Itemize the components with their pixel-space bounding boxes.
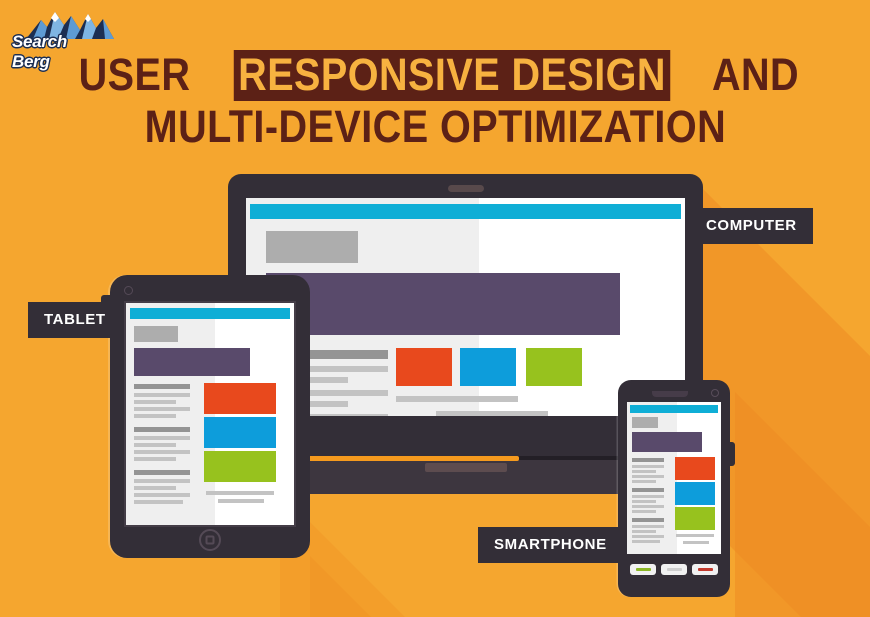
phone-text-line [632, 540, 660, 543]
headline-word-user: USER [79, 49, 191, 100]
phone-text-line [632, 480, 656, 483]
headline-line-two: MULTI-DEVICE OPTIMIZATION [144, 101, 726, 153]
phone-text-line [632, 500, 656, 503]
tablet-text-line [134, 436, 190, 440]
laptop-page-topbar [250, 204, 681, 219]
phone-text-line [632, 458, 664, 462]
phone-footer-line [683, 541, 709, 544]
laptop-speaker-icon [447, 185, 484, 192]
tablet-tile-green[interactable] [204, 451, 276, 482]
laptop-text-line [436, 411, 548, 416]
phone-nav-buttons [630, 564, 718, 576]
phone-text-line [632, 475, 664, 478]
label-tablet: TABLET [28, 302, 122, 338]
tablet-mock-page [126, 303, 294, 525]
phone-text-line [632, 525, 664, 528]
phone-text-line [632, 495, 664, 498]
phone-home-button[interactable] [661, 564, 687, 575]
phone-page-hero-banner [632, 432, 702, 452]
phone-text-line [632, 530, 656, 533]
tablet-text-line [134, 457, 176, 461]
laptop-text-line [396, 396, 518, 402]
tablet-screen[interactable] [126, 303, 294, 525]
tablet-long-shadow [310, 556, 610, 617]
tablet-tile-blue[interactable] [204, 417, 276, 448]
camera-icon [124, 286, 133, 295]
phone-footer-line [676, 534, 714, 537]
phone-menu-button-indicator-icon [697, 568, 713, 571]
tablet-text-line [134, 479, 190, 483]
phone-page-topbar [630, 405, 718, 413]
headline-word-and: AND [711, 49, 799, 100]
tablet-page-logo-block [134, 326, 178, 342]
phone-side-button[interactable] [729, 442, 735, 466]
phone-tile-red[interactable] [675, 457, 715, 480]
phone-tile-blue[interactable] [675, 482, 715, 505]
tablet-text-line [134, 393, 190, 397]
laptop-trackpad[interactable] [424, 463, 507, 472]
tablet-text-line [134, 400, 176, 404]
tablet-footer-line [206, 491, 274, 495]
tablet-device[interactable] [101, 275, 310, 558]
phone-text-line [632, 518, 664, 522]
tablet-text-line [134, 470, 190, 475]
phone-speaker-icon [652, 391, 688, 397]
tablet-text-line [134, 384, 190, 389]
phone-menu-button[interactable] [692, 564, 718, 575]
tablet-text-line [134, 427, 190, 432]
headline-highlight: RESPONSIVE DESIGN [233, 50, 671, 102]
label-computer: COMPUTER [690, 208, 813, 244]
laptop-page-hero-banner [266, 273, 620, 335]
tablet-footer-line [218, 499, 264, 503]
phone-tile-green[interactable] [675, 507, 715, 530]
phone-text-line [632, 465, 664, 468]
smartphone-device[interactable] [618, 380, 735, 597]
home-square-icon [205, 535, 215, 545]
laptop-tile-red[interactable] [396, 348, 452, 386]
phone-text-line [632, 488, 664, 492]
phone-text-line [632, 535, 664, 538]
tablet-text-line [134, 450, 190, 454]
phone-home-button-indicator-icon [666, 568, 682, 571]
laptop-page-logo-block [266, 231, 358, 263]
phone-mock-page [627, 402, 721, 554]
camera-icon [711, 389, 719, 397]
page-title: USER RESPONSIVE DESIGN AND MULTI-DEVICE … [0, 49, 870, 153]
label-smartphone: SMARTPHONE [478, 527, 623, 563]
tablet-text-line [134, 500, 183, 504]
brand-logo[interactable]: Search Berg [10, 8, 114, 71]
tablet-page-hero-banner [134, 348, 250, 376]
phone-back-button[interactable] [630, 564, 656, 575]
tablet-text-line [134, 493, 190, 497]
tablet-page-topbar [130, 308, 290, 319]
phone-text-line [632, 505, 664, 508]
tablet-text-line [134, 486, 176, 490]
phone-text-line [632, 510, 656, 513]
phone-long-shadow [735, 392, 870, 617]
tablet-text-line [134, 407, 190, 411]
phone-screen[interactable] [627, 402, 721, 554]
responsive-design-infographic: Search Berg USER RESPONSIVE DESIGN AND M… [0, 0, 870, 617]
laptop-tile-green[interactable] [526, 348, 582, 386]
phone-text-line [632, 470, 656, 473]
laptop-tile-blue[interactable] [460, 348, 516, 386]
phone-page-logo-block [632, 417, 658, 428]
phone-back-button-indicator-icon [635, 568, 651, 571]
tablet-tile-red[interactable] [204, 383, 276, 414]
tablet-home-button[interactable] [199, 529, 221, 551]
tablet-text-line [134, 443, 176, 447]
tablet-text-line [134, 414, 176, 418]
